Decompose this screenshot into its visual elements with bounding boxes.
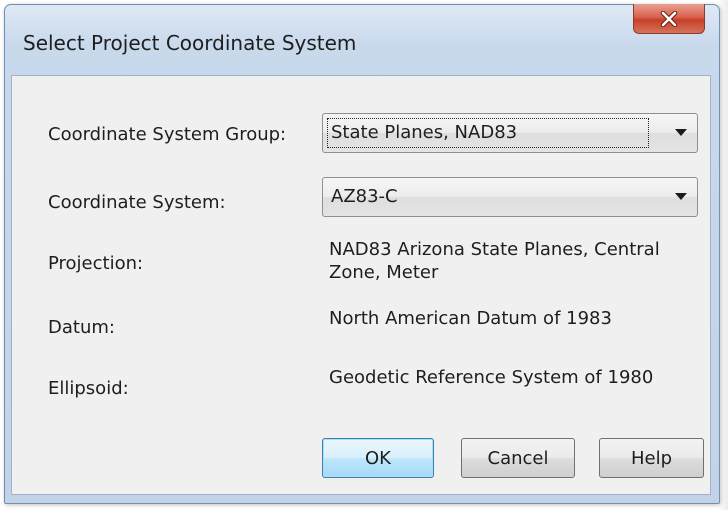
close-button[interactable] [633, 4, 705, 34]
projection-label: Projection: [48, 253, 144, 274]
coordinate-system-dropdown[interactable]: AZ83-C [322, 177, 698, 217]
datum-value: North American Datum of 1983 [329, 308, 612, 329]
screen: Select Project Coordinate System Coordin… [0, 0, 728, 510]
projection-value-line-1: NAD83 Arizona State Planes, Central [329, 239, 660, 260]
coordinate-system-group-value: State Planes, NAD83 [331, 122, 518, 143]
ok-button[interactable]: OK [322, 438, 434, 478]
help-button[interactable]: Help [599, 438, 704, 478]
title-bar[interactable]: Select Project Coordinate System [5, 4, 719, 75]
datum-label: Datum: [48, 317, 115, 338]
dialog-window: Select Project Coordinate System Coordin… [4, 4, 720, 504]
chevron-down-icon [675, 193, 687, 200]
cancel-button[interactable]: Cancel [461, 438, 575, 478]
window-title: Select Project Coordinate System [23, 31, 357, 55]
projection-value: NAD83 Arizona State Planes, Central Zone… [329, 238, 699, 284]
chevron-down-icon [675, 129, 687, 136]
dialog-content: Coordinate System Group: State Planes, N… [11, 75, 711, 495]
coordinate-system-label: Coordinate System: [48, 192, 226, 213]
close-icon [660, 10, 678, 27]
projection-value-line-2: Zone, Meter [329, 262, 439, 283]
coordinate-system-group-dropdown[interactable]: State Planes, NAD83 [322, 113, 698, 153]
ellipsoid-value: Geodetic Reference System of 1980 [329, 367, 654, 388]
background-edge [718, 0, 728, 510]
coordinate-system-group-label: Coordinate System Group: [48, 124, 287, 145]
coordinate-system-value: AZ83-C [331, 186, 398, 207]
ellipsoid-label: Ellipsoid: [48, 378, 129, 399]
